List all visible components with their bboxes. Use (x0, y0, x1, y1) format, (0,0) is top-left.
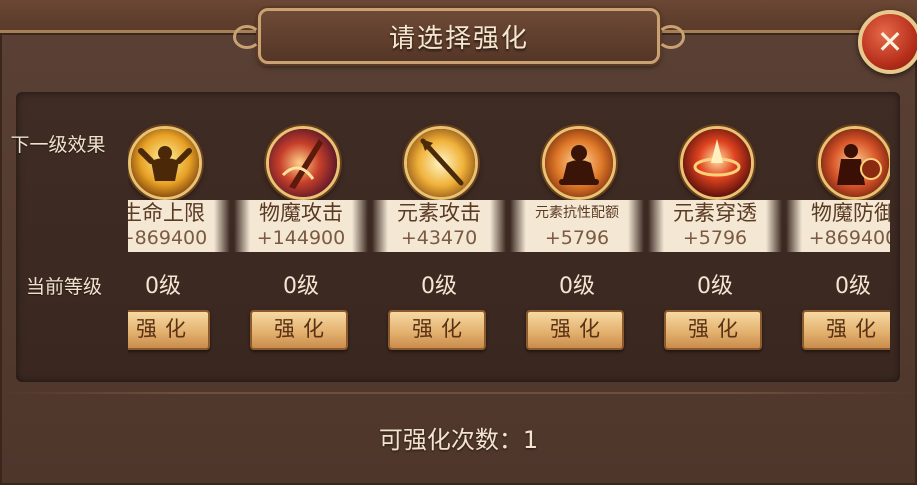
stat-name: 物魔攻击 (259, 201, 343, 225)
flaming-sword-icon (266, 126, 340, 200)
muscle-man-icon (128, 126, 202, 200)
stat-name: 元素抗性配额 (535, 205, 619, 221)
option-card-physical-defense: 物魔防御 +869400 0级 强化 (784, 122, 890, 352)
current-level: 0级 (559, 274, 595, 299)
enhance-button[interactable]: 强化 (388, 310, 486, 350)
footer-divider (0, 392, 917, 394)
enhance-button[interactable]: 强化 (250, 310, 348, 350)
current-level-label: 当前等级 (25, 276, 102, 298)
remaining-label: 可强化次数： (378, 426, 523, 454)
current-level: 0级 (145, 274, 181, 299)
stat-value: +43470 (400, 227, 478, 249)
stat-value: +5796 (682, 227, 748, 249)
option-card-hp: 生命上限 +869400 0级 强化 (128, 122, 232, 352)
remaining-count: 1 (522, 426, 539, 454)
current-level: 0级 (421, 274, 457, 299)
lightning-spear-icon (404, 126, 478, 200)
current-level: 0级 (835, 274, 871, 299)
enhance-button[interactable]: 强化 (526, 310, 624, 350)
stat-name: 物魔防御 (811, 201, 890, 225)
enhance-button[interactable]: 强化 (664, 310, 762, 350)
stat-name: 元素攻击 (397, 201, 481, 225)
stat-value: +5796 (544, 227, 610, 249)
enhance-button[interactable]: 强化 (128, 310, 210, 350)
stat-box: 元素穿透 +5796 (648, 200, 782, 252)
enhance-button[interactable]: 强化 (802, 310, 890, 350)
remaining-enhancements: 可强化次数：1 (0, 420, 917, 455)
stat-value: +869400 (808, 227, 890, 249)
fire-vortex-icon (680, 126, 754, 200)
stat-box: 物魔防御 +869400 (786, 200, 890, 252)
option-card-element-attack: 元素攻击 +43470 0级 强化 (370, 122, 508, 352)
shield-warrior-icon (818, 126, 890, 200)
option-card-physical-attack: 物魔攻击 +144900 0级 强化 (232, 122, 370, 352)
meditating-figure-icon (542, 126, 616, 200)
stat-box: 元素攻击 +43470 (372, 200, 506, 252)
current-level: 0级 (697, 274, 733, 299)
stat-box: 生命上限 +869400 (128, 200, 230, 252)
current-level: 0级 (283, 274, 319, 299)
option-card-element-penetration: 元素穿透 +5796 0级 强化 (646, 122, 784, 352)
next-effect-label: 下一级效果 (10, 134, 106, 156)
stat-value: +869400 (128, 227, 208, 249)
option-card-element-resist: 元素抗性配额 +5796 0级 强化 (508, 122, 646, 352)
stat-name: 生命上限 (128, 201, 205, 225)
options-scroller[interactable]: 生命上限 +869400 0级 强化 物魔攻击 +144900 0级 强化 元素… (128, 0, 890, 482)
stat-box: 物魔攻击 +144900 (234, 200, 368, 252)
stat-value: +144900 (256, 227, 346, 249)
stat-box: 元素抗性配额 +5796 (510, 200, 644, 252)
stat-name: 元素穿透 (673, 201, 757, 225)
